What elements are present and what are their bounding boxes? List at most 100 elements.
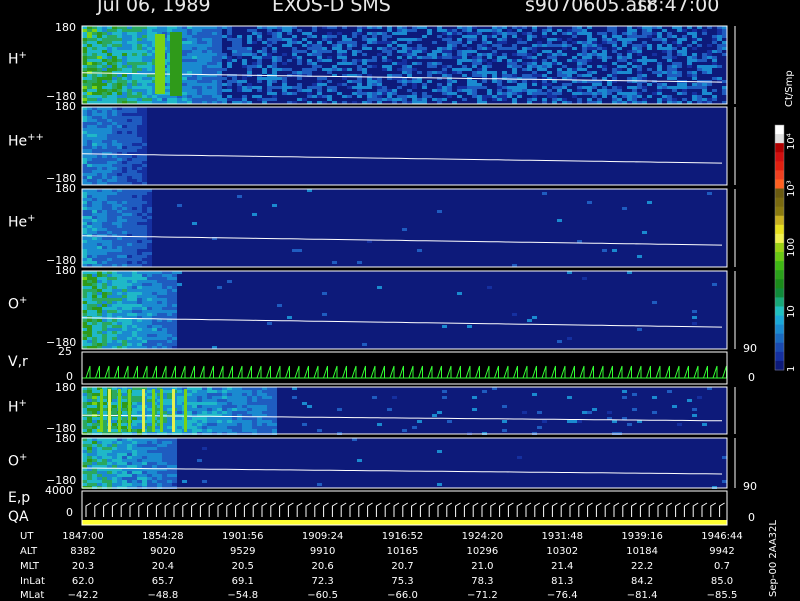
spectro-h-plus-cell — [407, 56, 412, 59]
spectro-o-plus-2-cell — [132, 480, 137, 483]
spectro-h-plus-cell — [617, 71, 622, 74]
spectro-h-plus-cell — [572, 35, 577, 38]
spectro-h-plus-cell — [102, 83, 107, 86]
spectro-h-plus-cell — [462, 68, 467, 71]
spectro-h-plus-cell — [342, 62, 347, 65]
spectro-h-plus-cell — [362, 62, 367, 65]
spectro-h-plus-cell — [642, 89, 647, 92]
spectro-h-plus-cell — [602, 56, 607, 59]
spectro-h-plus-cell — [687, 71, 692, 74]
spectro-h-plus-cell — [602, 38, 607, 41]
spectro-h-plus-2-cell — [252, 405, 257, 408]
spectro-he-pp-cell — [112, 170, 117, 173]
spectro-he-plus-cell — [112, 258, 117, 261]
spectro-o-plus-2-cell — [92, 483, 97, 486]
spectro-he-plus-cell — [127, 228, 132, 231]
spectro-h-plus-cell — [107, 53, 112, 56]
spectro-h-plus-cell — [632, 29, 637, 32]
spectro-o-plus-cell — [162, 283, 167, 286]
spectro-he-plus-cell — [102, 204, 107, 207]
spectro-h-plus-cell — [402, 29, 407, 32]
spectro-h-plus-2-cell — [192, 429, 197, 432]
spectro-o-plus-2-cell — [82, 462, 87, 465]
spectro-h-plus-cell — [592, 83, 597, 86]
spectro-h-plus-cell — [352, 32, 357, 35]
spectro-he-plus-cell — [107, 204, 112, 207]
spectro-h-plus-cell — [647, 95, 652, 98]
spectro-h-plus-2-cell — [207, 405, 212, 408]
spectro-h-plus-cell — [292, 92, 297, 95]
spectro-he-pp-cell — [142, 155, 147, 158]
spectro-h-plus-2-cell — [247, 411, 252, 414]
spectro-h-plus-cell — [202, 38, 207, 41]
spectro-h-plus-cell — [602, 50, 607, 53]
spectro-h-plus-cell — [422, 47, 427, 50]
spectro-he-plus-cell — [117, 228, 122, 231]
spectro-h-plus-cell — [147, 41, 152, 44]
spectro-h-plus-cell — [357, 86, 362, 89]
spectro-h-plus-cell — [567, 74, 572, 77]
spectro-h-plus-cell — [552, 44, 557, 47]
spectro-h-plus-2-cell — [122, 426, 127, 429]
spectro-h-plus-cell — [237, 89, 242, 92]
spectro-h-plus-cell — [187, 35, 192, 38]
spectro-o-plus-cell — [172, 304, 177, 307]
spectro-h-plus-2-cell — [217, 426, 222, 429]
spectro-h-plus-2-cell — [87, 393, 92, 396]
spectro-he-plus-cell — [92, 222, 97, 225]
spectro-o-plus-2-cell — [117, 471, 122, 474]
spectro-o-plus-cell — [112, 280, 117, 283]
spectro-h-plus-cell — [412, 47, 417, 50]
spectro-o-plus-cell — [117, 337, 122, 340]
spectro-he-pp-cell — [102, 119, 107, 122]
spectro-h-plus-cell — [497, 47, 502, 50]
spectro-o-plus-2-cell — [152, 450, 157, 453]
spectro-h-plus-2-cell — [137, 402, 142, 405]
spectro-o-plus-2-cell — [132, 456, 137, 459]
spectro-h-plus-cell — [307, 35, 312, 38]
spectro-he-pp-cell — [112, 113, 117, 116]
spectro-he-plus-cell — [107, 258, 112, 261]
spectro-h-plus-cell — [687, 32, 692, 35]
spectro-h-plus-cell — [317, 65, 322, 68]
spectro-he-plus-cell — [117, 219, 122, 222]
panel-label-ep: E,p — [8, 490, 31, 506]
spectro-h-plus-2-cell — [167, 393, 172, 396]
spectro-he-plus-cell — [557, 219, 562, 222]
spectro-o-plus-cell — [157, 289, 162, 292]
spectro-o-plus-cell — [102, 334, 107, 337]
spectro-o-plus-cell — [112, 337, 117, 340]
spectro-he-plus-cell — [97, 255, 102, 258]
spectro-h-plus-cell — [97, 41, 102, 44]
spectro-h-plus-2-cell — [92, 420, 97, 423]
spectro-o-plus-cell — [92, 274, 97, 277]
spectro-h-plus-2-cell — [212, 390, 217, 393]
spectro-o-plus-2-cell — [92, 444, 97, 447]
spectro-o-plus-2-cell — [97, 456, 102, 459]
spectro-o-plus-2-cell — [142, 459, 147, 462]
spectro-h-plus-cell — [197, 59, 202, 62]
spectro-h-plus-cell — [107, 32, 112, 35]
spectro-h-plus-2-cell — [112, 393, 117, 396]
spectro-he-plus-cell — [587, 201, 592, 204]
ephem-cell-ut: 1939:16 — [621, 531, 663, 542]
spectro-h-plus-cell — [142, 32, 147, 35]
spectro-o-plus-2-cell — [157, 462, 162, 465]
spectro-h-plus-2-cell — [437, 411, 442, 414]
spectro-h-plus-cell — [372, 95, 377, 98]
spectro-o-plus-cell — [127, 325, 132, 328]
spectro-h-plus-cell — [317, 56, 322, 59]
spectro-he-pp-cell — [82, 176, 87, 179]
spectro-h-plus-2-cell — [177, 414, 182, 417]
spectro-h-plus-2-cell — [302, 423, 307, 426]
spectro-h-plus-cell — [707, 98, 712, 101]
spectro-h-plus-cell — [412, 38, 417, 41]
spectro-o-plus-2-cell — [107, 462, 112, 465]
spectro-h-plus-cell — [532, 56, 537, 59]
spectro-h-plus-cell — [197, 77, 202, 80]
spectro-h-plus-2-cell — [472, 408, 477, 411]
spectro-h-plus-cell — [342, 53, 347, 56]
spectro-he-plus-cell — [122, 195, 127, 198]
spectro-he-plus-cell — [122, 201, 127, 204]
spectro-he-plus-cell — [87, 216, 92, 219]
